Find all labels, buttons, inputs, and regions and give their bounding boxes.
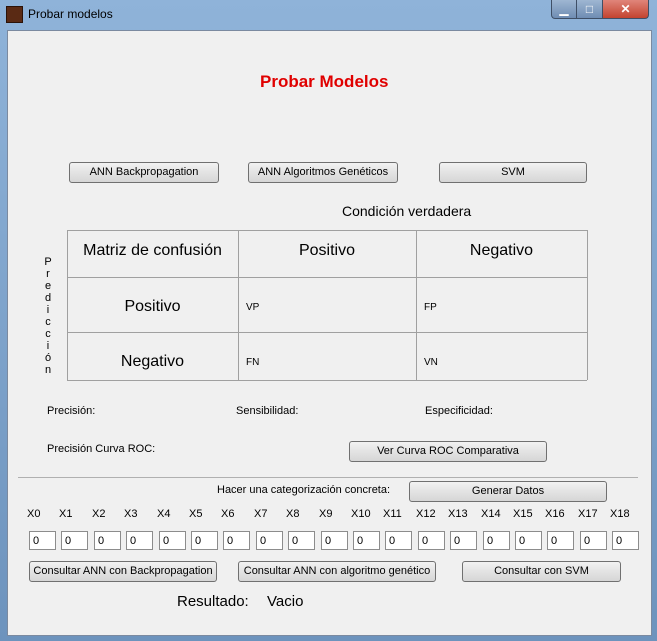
fn-cell: FN — [246, 357, 260, 368]
result-label: Resultado: — [177, 593, 249, 610]
feature-label: X10 — [351, 508, 371, 520]
page-title: Probar Modelos — [260, 72, 389, 91]
feature-label: X9 — [319, 508, 333, 520]
feature-label: X5 — [189, 508, 203, 520]
consult-svm-button[interactable]: Consultar con SVM — [462, 561, 621, 582]
close-icon: ✕ — [620, 2, 631, 16]
feature-input[interactable] — [191, 531, 218, 550]
prediction-letter: r — [46, 268, 50, 280]
prediction-letter: i — [46, 340, 50, 352]
feature-label: X8 — [286, 508, 300, 520]
ann-genetic-button[interactable]: ANN Algoritmos Genéticos — [248, 162, 398, 183]
vn-cell: VN — [424, 357, 438, 368]
feature-label: X1 — [59, 508, 73, 520]
feature-label: X4 — [157, 508, 171, 520]
prediction-letter: i — [46, 304, 50, 316]
prediction-label: Predicción — [43, 256, 53, 376]
prediction-letter: e — [44, 280, 52, 292]
feature-input[interactable] — [94, 531, 121, 550]
app-icon — [6, 6, 23, 23]
prediction-letter: ó — [44, 352, 52, 364]
vp-cell: VP — [246, 302, 260, 313]
feature-input[interactable] — [256, 531, 283, 550]
feature-input[interactable] — [353, 531, 380, 550]
feature-label: X7 — [254, 508, 268, 520]
maximize-button[interactable]: □ — [577, 0, 603, 19]
feature-input[interactable] — [580, 531, 607, 550]
window-title: Probar modelos — [28, 7, 113, 21]
result-value: Vacio — [267, 593, 304, 610]
feature-input[interactable] — [515, 531, 542, 550]
prediction-letter: c — [45, 328, 51, 340]
feature-input[interactable] — [159, 531, 186, 550]
matrix-corner-label: Matriz de confusión — [83, 242, 222, 259]
prediction-letter: d — [44, 292, 52, 304]
minimize-button[interactable]: ▁ — [551, 0, 577, 19]
feature-label: X15 — [513, 508, 533, 520]
feature-label: X2 — [92, 508, 106, 520]
feature-input[interactable] — [223, 531, 250, 550]
col-positive-label: Positivo — [298, 242, 356, 259]
precision-label: Precisión: — [47, 405, 96, 417]
specificity-label: Especificidad: — [425, 405, 493, 417]
title-bar[interactable]: Probar modelos ▁ □ ✕ — [0, 0, 657, 28]
fp-cell: FP — [424, 302, 437, 313]
feature-input[interactable] — [612, 531, 639, 550]
feature-label: X13 — [448, 508, 468, 520]
feature-input[interactable] — [61, 531, 88, 550]
consult-backprop-button[interactable]: Consultar ANN con Backpropagation — [29, 561, 217, 582]
maximize-icon: □ — [585, 2, 594, 16]
feature-input[interactable] — [483, 531, 510, 550]
feature-label: X6 — [221, 508, 235, 520]
minimize-icon: ▁ — [559, 2, 569, 16]
window-frame: Probar modelos ▁ □ ✕ Probar Modelos ANN … — [0, 0, 657, 641]
col-negative-label: Negativo — [469, 242, 534, 259]
prediction-letter: c — [45, 316, 51, 328]
row-negative-label: Negativo — [120, 353, 185, 370]
consult-genetic-button[interactable]: Consultar ANN con algoritmo genético — [238, 561, 436, 582]
feature-input[interactable] — [418, 531, 445, 550]
feature-label: X0 — [27, 508, 41, 520]
feature-input[interactable] — [288, 531, 315, 550]
feature-input[interactable] — [321, 531, 348, 550]
feature-label: X14 — [481, 508, 501, 520]
generate-data-button[interactable]: Generar Datos — [409, 481, 607, 502]
feature-label: X12 — [416, 508, 436, 520]
svm-button[interactable]: SVM — [439, 162, 587, 183]
close-button[interactable]: ✕ — [603, 0, 649, 19]
feature-input[interactable] — [29, 531, 56, 550]
feature-input[interactable] — [126, 531, 153, 550]
feature-input[interactable] — [385, 531, 412, 550]
sensitivity-label: Sensibilidad: — [236, 405, 299, 417]
client-area: Probar Modelos ANN Backpropagation ANN A… — [7, 30, 652, 636]
feature-input[interactable] — [450, 531, 477, 550]
prediction-letter: P — [44, 256, 52, 268]
row-positive-label: Positivo — [124, 298, 181, 315]
condition-label: Condición verdadera — [342, 203, 472, 219]
feature-label: X18 — [610, 508, 630, 520]
feature-label: X17 — [578, 508, 598, 520]
roc-precision-label: Precisión Curva ROC: — [47, 443, 156, 455]
separator — [18, 477, 638, 478]
feature-label: X16 — [545, 508, 565, 520]
feature-label: X3 — [124, 508, 138, 520]
ann-backprop-button[interactable]: ANN Backpropagation — [69, 162, 219, 183]
confusion-matrix: Matriz de confusión Positivo Negativo Po… — [67, 230, 588, 381]
categorize-label: Hacer una categorización concreta: — [217, 484, 391, 496]
prediction-letter: n — [44, 364, 52, 376]
feature-input[interactable] — [547, 531, 574, 550]
roc-curve-button[interactable]: Ver Curva ROC Comparativa — [349, 441, 547, 462]
feature-label: X11 — [383, 508, 402, 520]
